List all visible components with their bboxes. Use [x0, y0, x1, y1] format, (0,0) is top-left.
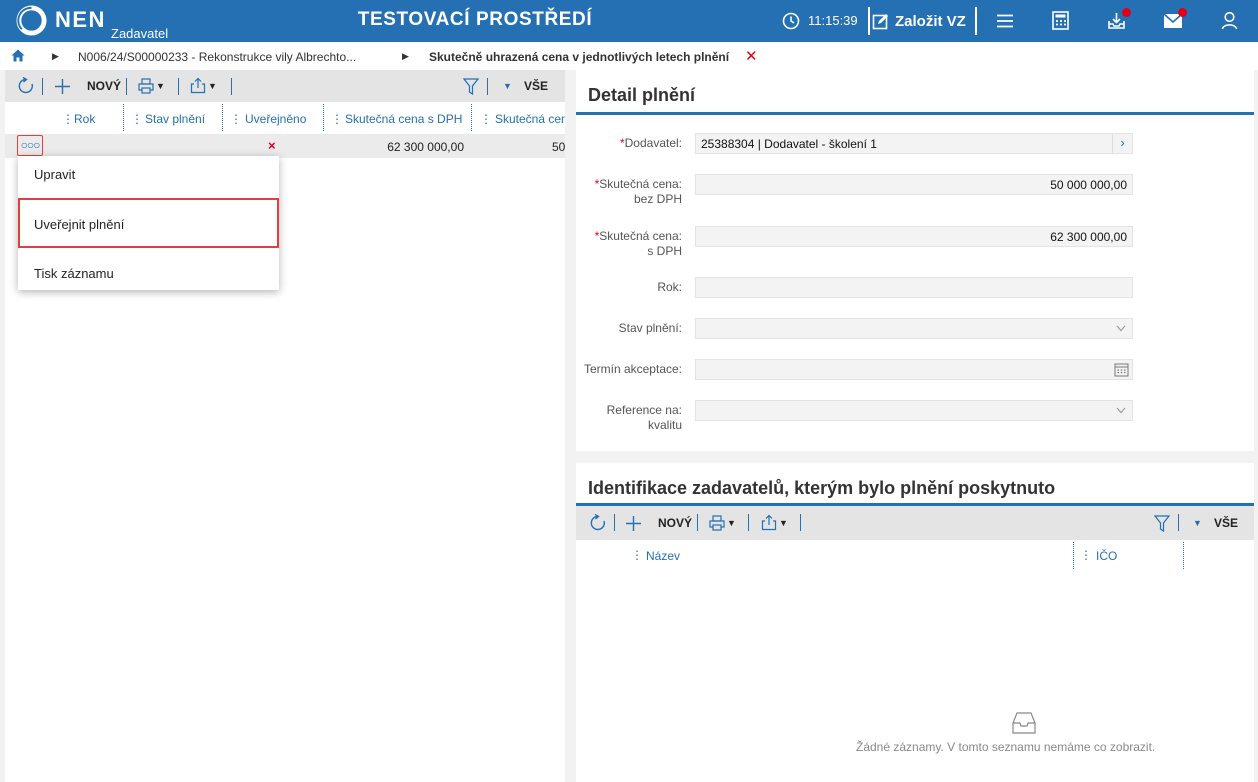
ident-new-button[interactable]: NOVÝ — [658, 516, 692, 530]
home-icon[interactable] — [11, 49, 25, 62]
empty-tray-icon — [1012, 712, 1036, 734]
row-actions-button[interactable]: ○○○ — [17, 135, 43, 156]
chevron-down-icon — [1116, 407, 1126, 414]
breadcrumb-arrow-icon: ▶ — [402, 51, 409, 61]
notification-dot — [1178, 8, 1187, 17]
label-dodavatel: *Dodavatel: — [619, 136, 682, 150]
create-vz-button[interactable]: Založit VZ — [872, 9, 966, 33]
ident-card: Identifikace zadavatelů, kterým bylo pln… — [576, 463, 1254, 782]
session-clock: 11:15:39 — [808, 13, 858, 28]
filter-icon[interactable] — [463, 78, 479, 95]
empty-list-message: Žádné záznamy. V tomto seznamu nemáme co… — [856, 740, 1156, 754]
label-reference-kvalita: Reference na: kvalitu — [606, 403, 682, 432]
column-rok[interactable]: Rok — [74, 112, 95, 126]
calculator-icon[interactable] — [1052, 11, 1069, 30]
chevron-down-icon[interactable]: ▼ — [503, 81, 512, 91]
chevron-down-icon: ▼ — [727, 518, 736, 528]
chevron-down-icon — [1116, 325, 1126, 332]
table-header: ⋮ Rok ⋮ Stav plnění ⋮ Uveřejněno ⋮ Skute… — [5, 102, 565, 133]
label-rok: Rok: — [657, 280, 682, 294]
table-row[interactable]: ○○○ × 62 300 000,00 50 — [5, 134, 565, 158]
export-icon — [761, 514, 777, 531]
print-icon — [138, 78, 154, 94]
brand-sub: Zadavatel — [111, 26, 169, 41]
cena-bez-dph-field[interactable]: 50 000 000,00 — [695, 174, 1133, 195]
dodavatel-field[interactable]: 25388304 | Dodavatel - školení 1 › — [695, 133, 1133, 154]
hamburger-menu-icon[interactable] — [996, 12, 1014, 30]
menu-item-upravit[interactable]: Upravit — [34, 167, 75, 182]
detail-panel: Detail plnění *Dodavatel: 25388304 | Dod… — [571, 70, 1258, 782]
label-cena-bez-dph: *Skutečná cena: bez DPH — [594, 177, 682, 206]
chevron-down-icon: ▼ — [156, 81, 165, 91]
list-panel: NOVÝ ▼ ▼ ▼ VŠE ⋮ Rok ⋮ Stav plnění ⋮ Uve… — [5, 70, 565, 782]
stav-plneni-select[interactable] — [695, 318, 1133, 339]
chevron-down-icon: ▼ — [208, 80, 217, 91]
detail-card: Detail plnění *Dodavatel: 25388304 | Dod… — [576, 70, 1254, 451]
column-stav-plneni[interactable]: Stav plnění — [145, 112, 205, 126]
notification-dot — [1122, 8, 1131, 17]
breadcrumb: ▶ N006/24/S00000233 - Rekonstrukce vily … — [0, 42, 1258, 70]
user-icon[interactable] — [1221, 11, 1238, 30]
nen-logo-icon — [16, 5, 47, 36]
column-uverejneno[interactable]: Uveřejněno — [245, 112, 306, 126]
clock-icon — [782, 12, 800, 30]
export-icon — [190, 77, 206, 94]
row-context-menu: Upravit Uveřejnit plnění Tisk záznamu — [18, 156, 279, 290]
column-nazev[interactable]: Název — [646, 549, 680, 563]
reference-kvalita-select[interactable] — [695, 400, 1133, 421]
menu-item-uverejnit-plneni[interactable]: Uveřejnit plnění — [34, 217, 124, 232]
cell-price: 50 — [552, 140, 566, 154]
edit-icon — [872, 13, 888, 29]
label-termin-akceptace: Termín akceptace: — [583, 362, 682, 376]
cena-s-dph-field[interactable]: 62 300 000,00 — [695, 226, 1133, 247]
close-icon[interactable]: ✕ — [745, 47, 758, 65]
create-vz-label: Založit VZ — [895, 12, 966, 30]
ident-title: Identifikace zadavatelů, kterým bylo pln… — [588, 478, 1056, 498]
breadcrumb-item-tender[interactable]: N006/24/S00000233 - Rekonstrukce vily Al… — [78, 50, 356, 64]
label-stav-plneni: Stav plnění: — [618, 321, 682, 335]
breadcrumb-item-current: Skutečně uhrazená cena v jednotlivých le… — [429, 50, 730, 64]
add-icon[interactable] — [625, 515, 642, 532]
brand-name: NEN — [55, 7, 106, 32]
print-menu-button[interactable]: ▼ — [138, 78, 165, 94]
print-icon — [709, 515, 725, 531]
cell-price-vat: 62 300 000,00 — [387, 140, 464, 154]
column-cena-bez-dph[interactable]: Skutečná cen — [495, 112, 565, 126]
add-icon[interactable] — [54, 78, 71, 95]
label-cena-s-dph: *Skutečná cena: s DPH — [594, 229, 682, 258]
filter-icon[interactable] — [1154, 515, 1170, 532]
chevron-right-icon[interactable]: › — [1112, 134, 1132, 153]
ident-table-header: ⋮ Název ⋮ IČO — [576, 540, 1254, 572]
rok-field[interactable] — [695, 277, 1133, 298]
view-all-button[interactable]: VŠE — [524, 79, 548, 93]
column-cena-s-dph[interactable]: Skutečná cena s DPH — [345, 112, 462, 126]
refresh-icon[interactable] — [589, 514, 607, 532]
termin-akceptace-field[interactable] — [695, 359, 1133, 380]
menu-item-tisk-zaznamu[interactable]: Tisk záznamu — [34, 266, 114, 281]
column-ico[interactable]: IČO — [1096, 549, 1117, 563]
new-button[interactable]: NOVÝ — [87, 79, 121, 93]
divider — [868, 7, 870, 35]
divider — [975, 7, 977, 35]
refresh-icon[interactable] — [17, 77, 35, 95]
export-menu-button[interactable]: ▼ — [761, 514, 788, 531]
export-menu-button[interactable]: ▼ — [190, 77, 217, 94]
print-menu-button[interactable]: ▼ — [709, 515, 736, 531]
unpublished-icon: × — [268, 138, 276, 153]
list-toolbar: NOVÝ ▼ ▼ ▼ VŠE — [5, 70, 565, 102]
top-bar: NEN Zadavatel TESTOVACÍ PROSTŘEDÍ 11:15:… — [0, 0, 1258, 42]
chevron-down-icon: ▼ — [779, 517, 788, 528]
environment-title: TESTOVACÍ PROSTŘEDÍ — [357, 9, 593, 30]
calendar-icon[interactable] — [1114, 362, 1129, 377]
detail-title: Detail plnění — [588, 85, 696, 105]
chevron-down-icon[interactable]: ▼ — [1193, 518, 1202, 528]
breadcrumb-arrow-icon: ▶ — [52, 51, 59, 61]
ident-toolbar: NOVÝ ▼ ▼ ▼ VŠE — [576, 506, 1254, 540]
ident-view-all-button[interactable]: VŠE — [1214, 516, 1238, 530]
